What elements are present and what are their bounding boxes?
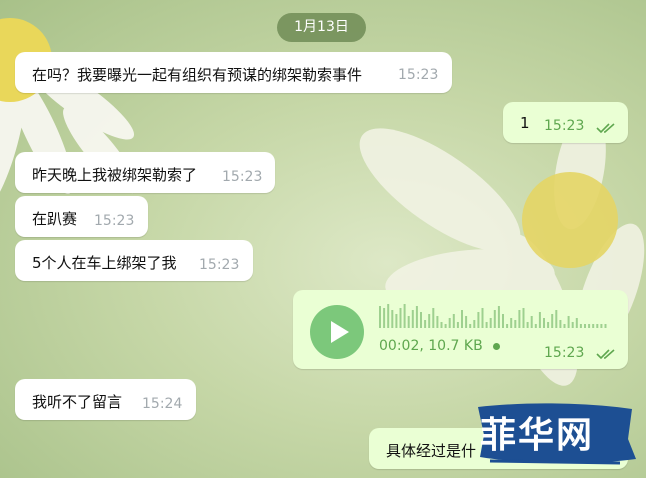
waveform-bar [563,324,566,328]
message-bubble-incoming[interactable]: 5个人在车上绑架了我 15:23 [15,240,253,281]
waveform-bar [432,308,435,328]
message-text: 5个人在车上绑架了我 [32,254,177,272]
waveform-bar [543,318,545,328]
waveform-bar [379,306,381,328]
waveform-bar [604,324,607,328]
waveform-bar [559,320,562,328]
message-bubble-incoming[interactable]: 我听不了留言 15:24 [15,379,196,420]
unplayed-dot-icon [493,342,501,350]
waveform-bar [395,314,398,328]
waveform-bar [567,316,570,328]
message-text: 我听不了留言 [32,393,123,411]
waveform-bar [440,322,443,328]
waveform-bar [551,314,554,328]
waveform-bar [477,312,480,328]
waveform-bar [596,324,599,328]
message-time: 15:23 [222,169,263,185]
waveform-bar [456,322,459,328]
waveform-bar [485,322,488,328]
waveform-bar [383,308,386,328]
waveform-bar [399,308,402,328]
message-text: 在趴赛 [32,210,78,228]
message-time: 15:23 [94,213,135,229]
waveform-bar [489,318,492,328]
play-icon [331,321,349,343]
message-time: 15:23 [544,345,585,361]
waveform-bar [522,308,525,328]
waveform-bar [579,324,582,328]
double-check-icon [596,123,615,134]
waveform-bar [493,310,496,328]
message-text: 1 [520,114,530,132]
double-check-icon [596,349,615,360]
waveform-bar [518,310,521,328]
voice-play-button[interactable] [310,305,364,359]
waveform-bar [538,312,541,328]
message-time: 15:24 [142,396,183,412]
waveform-bar [510,318,513,328]
waveform-bar [424,320,427,328]
message-time: 15:23 [398,67,439,83]
waveform-bar [502,314,504,328]
message-bubble-incoming[interactable]: 昨天晚上我被绑架勒索了 15:23 [15,152,275,193]
waveform-bar [506,324,509,328]
waveform-bar [428,314,431,328]
waveform-bar [555,310,558,328]
waveform-bar [534,324,537,328]
voice-waveform[interactable] [379,300,611,330]
waveform-bar [415,306,418,328]
waveform-bar [497,306,500,328]
voice-meta: 00:02, 10.7 KB [379,338,501,354]
waveform-bar [448,318,451,328]
waveform-bar [588,324,591,328]
date-separator: 1月13日 [277,13,366,42]
message-text: 昨天晚上我被绑架勒索了 [32,166,198,184]
watermark-text: 菲华网 [480,414,595,456]
waveform-bar [530,316,533,328]
waveform-bar [465,316,468,328]
waveform-bar [481,308,484,328]
waveform-bar [547,322,550,328]
waveform-bar [575,318,578,328]
waveform-bar [461,310,463,328]
message-text: 具体经过是什 [386,442,477,460]
waveform-bar [571,322,574,328]
message-time: 15:23 [544,118,585,134]
waveform-bar [526,322,529,328]
waveform-bar [391,310,394,328]
voice-duration: 00:02 [379,338,420,354]
message-bubble-incoming[interactable]: 在趴赛 15:23 [15,196,148,237]
waveform-bar [584,324,586,328]
waveform-bar [592,324,595,328]
message-bubble-incoming[interactable]: 在吗？我要曝光一起有组织有预谋的绑架勒索事件 15:23 [15,52,452,93]
waveform-bar [436,316,439,328]
voice-message-bubble[interactable]: 00:02, 10.7 KB 15:23 [293,290,628,369]
waveform-bar [420,312,422,328]
message-time: 15:23 [199,257,240,273]
waveform-bar [514,320,517,328]
waveform-bar [444,324,447,328]
message-bubble-outgoing[interactable]: 1 15:23 [503,102,628,143]
message-text: 在吗？我要曝光一起有组织有预谋的绑架勒索事件 [32,66,363,84]
waveform-bar [469,324,472,328]
voice-size: 10.7 KB [428,338,483,354]
waveform-bar [411,310,414,328]
chat-window: 1月13日 在吗？我要曝光一起有组织有预谋的绑架勒索事件 15:23 1 15:… [0,0,646,478]
waveform-bar [452,314,455,328]
waveform-bar [600,324,603,328]
waveform-bar [407,316,410,328]
waveform-bar [387,304,390,328]
waveform-bar [473,320,476,328]
waveform-bar [403,304,406,328]
